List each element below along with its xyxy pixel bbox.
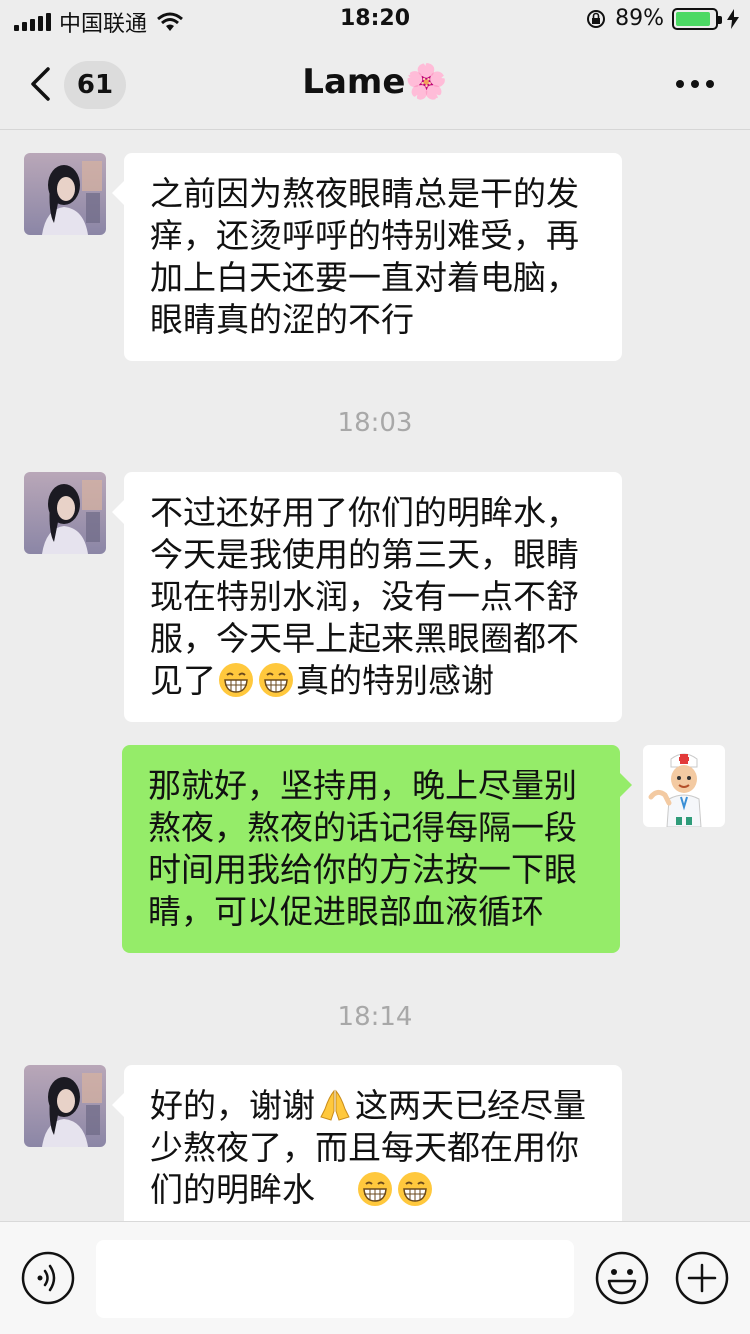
grinning-face-icon [259, 663, 293, 697]
grinning-face-icon [358, 1172, 392, 1206]
battery-icon [672, 7, 722, 30]
received-message-bubble[interactable]: 之前因为熬夜眼睛总是干的发痒，还烫呼呼的特别难受，再加上白天还要一直对着电脑，眼… [112, 153, 622, 361]
battery-fill [676, 11, 710, 26]
sent-message-bubble[interactable]: 那就好，坚持用，晚上尽量别熬夜，熬夜的话记得每隔一段时间用我给你的方法按一下眼睛… [122, 745, 632, 953]
orientation-lock-icon [587, 9, 606, 28]
status-bar: 中国联通 18:20 89% [0, 0, 750, 40]
contact-avatar[interactable] [24, 472, 106, 554]
voice-input-icon[interactable] [20, 1250, 76, 1306]
dot-icon [676, 80, 684, 88]
contact-avatar[interactable] [24, 153, 106, 235]
grinning-face-icon [398, 1172, 432, 1206]
add-attachment-icon[interactable] [674, 1250, 730, 1306]
message-text: 好的，谢谢 [150, 1086, 315, 1125]
message-input[interactable] [96, 1240, 574, 1318]
dot-icon [706, 80, 714, 88]
emoji-picker-icon[interactable] [594, 1250, 650, 1306]
folded-hands-icon [320, 1089, 350, 1121]
received-message-bubble[interactable]: 不过还好用了你们的明眸水，今天是我使用的第三天，眼睛现在特别水润，没有一点不舒服… [112, 472, 622, 722]
more-options-button[interactable] [676, 80, 714, 88]
dot-icon [691, 80, 699, 88]
battery-percent: 89% [615, 6, 664, 31]
message-text: 真的特别感谢 [296, 661, 494, 700]
message-timestamp: 18:14 [337, 1002, 413, 1032]
status-right: 89% [585, 6, 740, 31]
message-timestamp: 18:03 [337, 408, 413, 438]
grinning-face-icon [219, 663, 253, 697]
charging-icon [727, 8, 739, 29]
message-text: 那就好，坚持用，晚上尽量别熬夜，熬夜的话记得每隔一段时间用我给你的方法按一下眼睛… [148, 766, 577, 931]
received-message-bubble[interactable]: 好的，谢谢 这两天已经尽量少熬夜了，而且每天都在用你们的明眸水 [112, 1065, 622, 1221]
contact-avatar[interactable] [24, 1065, 106, 1147]
message-list[interactable]: 之前因为熬夜眼睛总是干的发痒，还烫呼呼的特别难受，再加上白天还要一直对着电脑，眼… [0, 131, 750, 1221]
chat-header: 61 Lame🌸 [0, 40, 750, 130]
own-avatar[interactable] [643, 745, 725, 827]
chat-title: Lame🌸 [302, 62, 448, 102]
message-input-bar [0, 1221, 750, 1334]
message-text: 之前因为熬夜眼睛总是干的发痒，还烫呼呼的特别难受，再加上白天还要一直对着电脑，眼… [150, 174, 579, 339]
